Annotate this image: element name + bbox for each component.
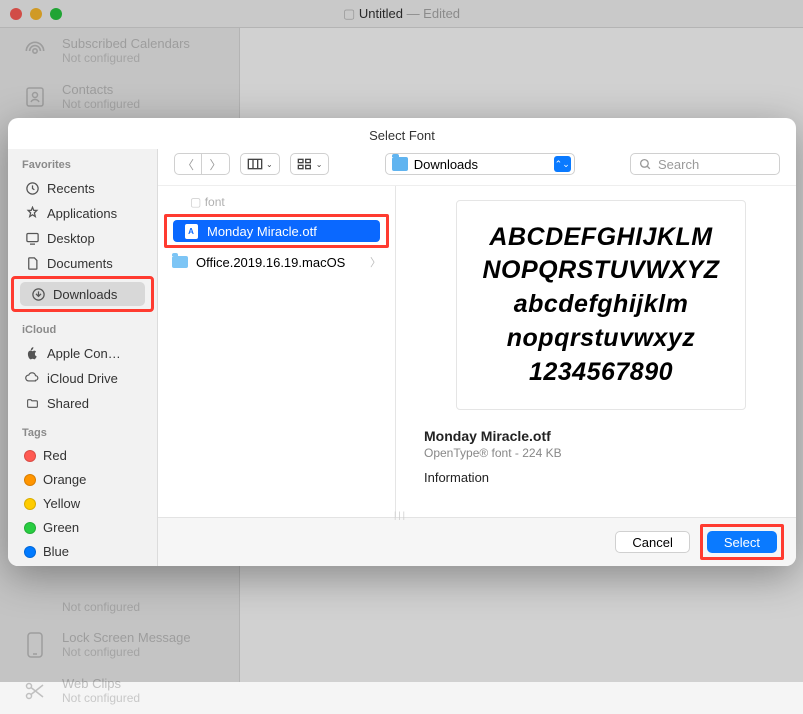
- chevron-right-icon: 〉: [370, 254, 381, 270]
- cloud-icon: [24, 370, 40, 386]
- nav-buttons: 〈 〉: [174, 153, 230, 175]
- chevron-left-icon: 〈: [182, 156, 194, 173]
- sidebar-item-label: Yellow: [43, 496, 80, 511]
- preview-filename: Monday Miracle.otf: [424, 428, 778, 444]
- finder-sidebar: Favorites Recents Applications Desktop D…: [8, 149, 158, 566]
- tags-header: Tags: [8, 423, 157, 443]
- preview-info-label: Information: [424, 470, 778, 485]
- sidebar-item-label: Desktop: [47, 231, 95, 246]
- sidebar-item-label: Recents: [47, 181, 95, 196]
- sidebar-item-label: Applications: [47, 206, 117, 221]
- shared-folder-icon: [24, 395, 40, 411]
- apple-icon: [24, 345, 40, 361]
- sidebar-item-label: iCloud Drive: [47, 371, 118, 386]
- select-highlight: Select: [700, 524, 784, 560]
- chevron-down-icon: ⌄: [266, 160, 273, 169]
- sidebar-item-label: Green: [43, 520, 79, 535]
- search-icon: [639, 158, 652, 171]
- preview-kind: OpenType® font - 224 KB: [424, 446, 778, 460]
- dialog-title: Select Font: [8, 118, 796, 149]
- chevron-right-icon: 〉: [209, 156, 221, 173]
- sidebar-tag-red[interactable]: Red: [14, 444, 151, 467]
- file-name: Monday Miracle.otf: [207, 224, 317, 239]
- view-columns-button[interactable]: ⌄: [240, 153, 280, 175]
- sidebar-tag-orange[interactable]: Orange: [14, 468, 151, 491]
- sidebar-item-label: Red: [43, 448, 67, 463]
- favorites-header: Favorites: [8, 155, 157, 175]
- icloud-header: iCloud: [8, 320, 157, 340]
- tag-dot-icon: [24, 498, 36, 510]
- chevron-updown-icon: ⌃⌄: [554, 156, 571, 172]
- sidebar-item-apple[interactable]: Apple Con…: [14, 341, 151, 365]
- file-highlight: A Monday Miracle.otf: [164, 214, 389, 248]
- browser-content: ▢ font A Monday Miracle.otf Office.2019.…: [158, 186, 796, 517]
- sidebar-item-recents[interactable]: Recents: [14, 176, 151, 200]
- sidebar-tag-yellow[interactable]: Yellow: [14, 492, 151, 515]
- preview-pane: ABCDEFGHIJKLM NOPQRSTUVWXYZ abcdefghijkl…: [396, 186, 796, 517]
- select-button[interactable]: Select: [707, 531, 777, 553]
- file-row-office[interactable]: Office.2019.16.19.macOS 〉: [162, 251, 391, 273]
- tag-dot-icon: [24, 522, 36, 534]
- file-column: ▢ font A Monday Miracle.otf Office.2019.…: [158, 186, 396, 517]
- sidebar-item-downloads[interactable]: Downloads: [20, 282, 145, 306]
- view-grid-button[interactable]: ⌄: [290, 153, 330, 175]
- preview-metadata: Monday Miracle.otf OpenType® font - 224 …: [424, 428, 778, 485]
- sidebar-tag-green[interactable]: Green: [14, 516, 151, 539]
- cancel-button[interactable]: Cancel: [615, 531, 689, 553]
- nav-forward-button[interactable]: 〉: [202, 153, 230, 175]
- sidebar-tag-blue[interactable]: Blue: [14, 540, 151, 563]
- sidebar-item-documents[interactable]: Documents: [14, 251, 151, 275]
- grid-icon: [297, 158, 313, 170]
- sidebar-item-label: Orange: [43, 472, 86, 487]
- tag-dot-icon: [24, 450, 36, 462]
- search-placeholder: Search: [658, 157, 699, 172]
- dialog-footer: ||| Cancel Select: [158, 517, 796, 566]
- sidebar-item-label: Shared: [47, 396, 89, 411]
- preview-line: NOPQRSTUVWXYZ: [482, 254, 719, 288]
- tag-dot-icon: [24, 546, 36, 558]
- sidebar-item-label: Documents: [47, 256, 113, 271]
- font-file-icon: A: [183, 223, 199, 239]
- sidebar-item-label: Blue: [43, 544, 69, 559]
- folder-icon: [392, 157, 408, 171]
- sidebar-item-label: Apple Con…: [47, 346, 121, 361]
- sidebar-item-label: Downloads: [53, 287, 117, 302]
- columns-icon: [247, 158, 263, 170]
- sidebar-item-shared[interactable]: Shared: [14, 391, 151, 415]
- desktop-icon: [24, 230, 40, 246]
- file-name: Office.2019.16.19.macOS: [196, 255, 345, 270]
- location-label: Downloads: [414, 157, 478, 172]
- dialog-main: 〈 〉 ⌄ ⌄ Downloads ⌃⌄: [158, 149, 796, 566]
- downloads-highlight: Downloads: [11, 276, 154, 312]
- location-dropdown[interactable]: Downloads ⌃⌄: [385, 153, 575, 175]
- search-input[interactable]: Search: [630, 153, 780, 175]
- clock-icon: [24, 180, 40, 196]
- preview-line: nopqrstuvwxyz: [507, 322, 695, 356]
- column-header: ▢ font: [158, 192, 395, 214]
- preview-line: 1234567890: [529, 356, 673, 390]
- preview-line: abcdefghijklm: [514, 288, 689, 322]
- sidebar-item-icloud-drive[interactable]: iCloud Drive: [14, 366, 151, 390]
- documents-icon: [24, 255, 40, 271]
- font-preview: ABCDEFGHIJKLM NOPQRSTUVWXYZ abcdefghijkl…: [456, 200, 746, 410]
- folder-icon: [172, 254, 188, 270]
- select-font-dialog: Select Font Favorites Recents Applicatio…: [8, 118, 796, 566]
- nav-back-button[interactable]: 〈: [174, 153, 202, 175]
- sidebar-item-desktop[interactable]: Desktop: [14, 226, 151, 250]
- file-row-monday-miracle[interactable]: A Monday Miracle.otf: [173, 220, 380, 242]
- resize-grip-icon[interactable]: |||: [394, 510, 407, 520]
- preview-line: ABCDEFGHIJKLM: [489, 221, 712, 255]
- dialog-toolbar: 〈 〉 ⌄ ⌄ Downloads ⌃⌄: [158, 149, 796, 186]
- downloads-icon: [30, 286, 46, 302]
- applications-icon: [24, 205, 40, 221]
- chevron-down-icon: ⌄: [316, 160, 323, 169]
- sidebar-item-applications[interactable]: Applications: [14, 201, 151, 225]
- tag-dot-icon: [24, 474, 36, 486]
